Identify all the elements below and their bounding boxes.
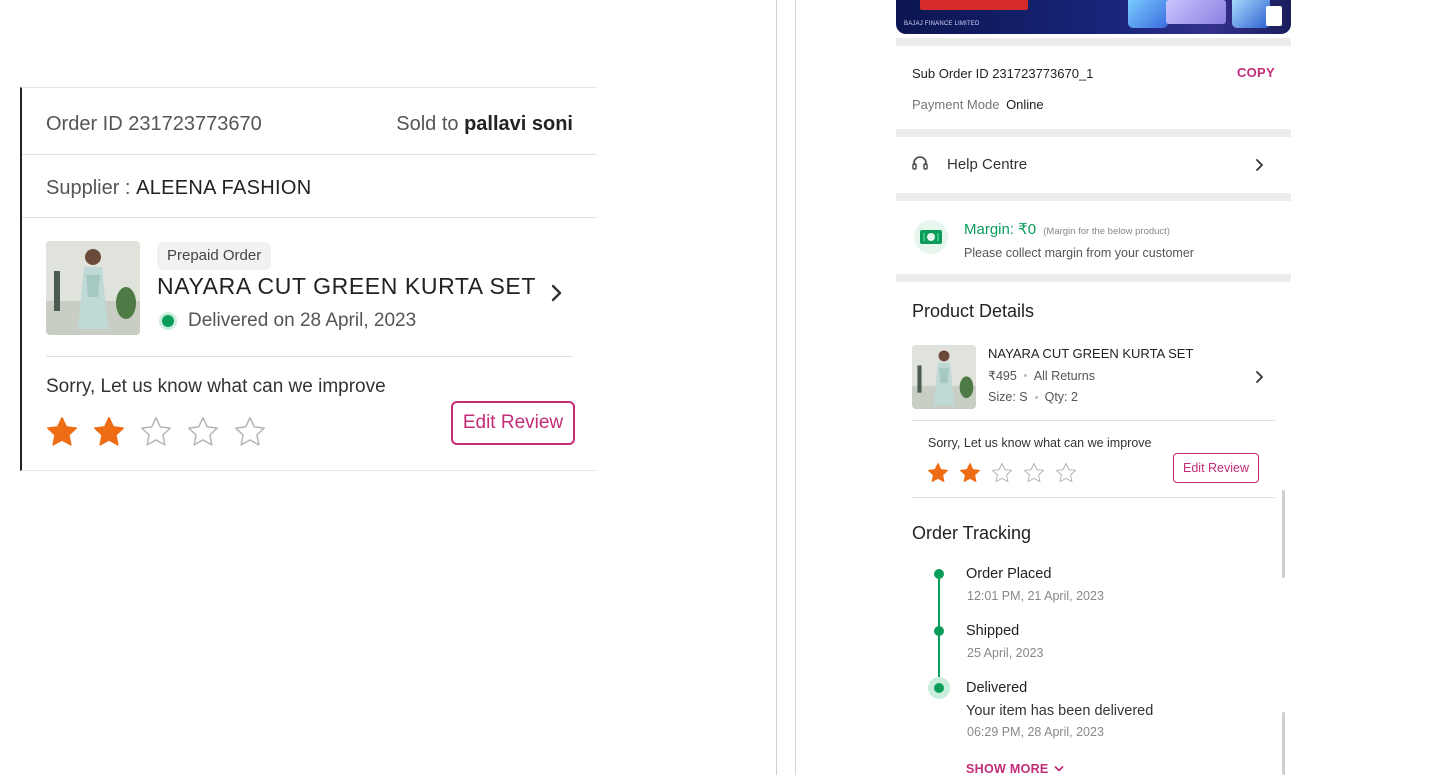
supplier-label: Supplier : [46,177,131,199]
payment-mode-label: Payment Mode [912,97,1000,112]
product-name[interactable]: NAYARA CUT GREEN KURTA SET [157,273,536,300]
star-empty-icon[interactable] [232,414,268,450]
headset-icon [912,156,928,170]
scrollbar[interactable] [1282,712,1285,775]
product-price: ₹495 [988,369,1017,383]
edit-review-button[interactable]: Edit Review [451,401,575,445]
panel-divider [776,0,777,775]
product-qty: Qty: 2 [1044,390,1078,404]
star-filled-icon[interactable] [926,461,950,485]
screen: Order ID 231723773670 Sold to pallavi so… [0,0,1432,775]
tracking-dot-icon [934,569,944,579]
margin-amount: Margin: ₹0 [964,221,1037,238]
supplier: Supplier : ALEENA FASHION [46,177,311,200]
payment-mode: Payment Mode Online [912,97,1044,112]
margin-note: (Margin for the below product) [1043,226,1170,237]
product-row[interactable]: NAYARA CUT GREEN KURTA SET ₹495 All Retu… [912,345,1275,421]
tracking-step-time: 06:29 PM, 28 April, 2023 [967,725,1104,739]
show-more-label: SHOW MORE [966,762,1049,775]
help-centre-label: Help Centre [947,156,1028,173]
chevron-right-icon [1256,371,1263,383]
product-details-title: Product Details [912,301,1035,321]
payment-type-chip: Prepaid Order [157,242,272,270]
divider [912,497,1275,498]
separator-dot [1034,395,1038,399]
tracking-step-title: Shipped [966,623,1020,639]
tracking-step-title: Delivered [966,680,1028,696]
money-icon [914,220,948,254]
chevron-right-icon [1256,159,1263,171]
order-card: Order ID 231723773670 Sold to pallavi so… [20,87,597,471]
copy-button[interactable]: COPY [1237,65,1275,80]
product-size: Size: S [988,390,1028,404]
star-empty-icon[interactable] [1022,461,1046,485]
qr-code-icon [1266,6,1282,26]
apply-now-button[interactable] [920,0,1028,10]
laptop-image [1166,0,1226,24]
tracking-dot-icon [934,626,944,636]
payment-mode-value: Online [1006,97,1044,112]
star-filled-icon[interactable] [91,414,127,450]
order-detail-panel: BAJAJ FINANCE LIMITED Sub Order ID 23172… [896,0,1291,775]
divider [46,356,573,357]
star-filled-icon[interactable] [958,461,982,485]
product-variant-row: Size: S Qty: 2 [988,390,1078,404]
order-tracking-title: Order Tracking [912,523,1032,543]
margin-title: Margin: ₹0 (Margin for the below product… [964,220,1170,238]
tracking-dot-icon [934,683,944,693]
tracking-step-description: Your item has been delivered [966,703,1154,719]
section-gap [896,193,1291,201]
star-empty-icon[interactable] [138,414,174,450]
status-dot-icon [162,315,174,327]
edit-review-button[interactable]: Edit Review [1173,453,1259,483]
sold-to-name: pallavi soni [464,113,573,135]
help-centre-row[interactable]: Help Centre [896,137,1291,193]
chevron-down-icon [1054,766,1063,772]
star-rating[interactable] [926,461,1078,485]
return-policy: All Returns [1033,368,1095,383]
phone-image [1128,0,1168,28]
margin-subtitle: Please collect margin from your customer [964,246,1194,260]
phone-image [1232,0,1270,28]
star-empty-icon[interactable] [185,414,221,450]
delivery-status: Delivered on 28 April, 2023 [162,310,416,332]
tracking-step-time: 25 April, 2023 [967,646,1044,660]
banner-issuer-text: BAJAJ FINANCE LIMITED [904,21,980,27]
tracking-step-title: Order Placed [966,566,1052,582]
product-thumbnail[interactable] [912,345,976,409]
section-gap [896,38,1291,46]
tracking-step-time: 12:01 PM, 21 April, 2023 [967,589,1104,603]
product-name: NAYARA CUT GREEN KURTA SET [988,346,1194,361]
scrollbar[interactable] [1282,490,1285,578]
sold-to: Sold to pallavi soni [396,113,573,136]
separator-dot [1023,374,1027,377]
sub-order-id: Sub Order ID 231723773670_1 [912,66,1094,81]
promo-banner[interactable]: BAJAJ FINANCE LIMITED [896,0,1291,34]
supplier-name: ALEENA FASHION [136,177,312,199]
product-price-row: ₹495 All Returns [988,368,1095,384]
supplier-row: Supplier : ALEENA FASHION [22,155,597,218]
section-gap [896,274,1291,282]
section-gap [896,129,1291,137]
order-header-row: Order ID 231723773670 Sold to pallavi so… [22,88,597,155]
show-more-button[interactable]: SHOW MORE [966,762,1064,775]
star-rating[interactable] [44,414,268,450]
star-filled-icon[interactable] [44,414,80,450]
chevron-right-icon[interactable] [549,282,565,304]
product-thumbnail[interactable] [46,241,140,335]
feedback-prompt: Sorry, Let us know what can we improve [46,376,386,397]
margin-info: Margin: ₹0 (Margin for the below product… [896,201,1291,274]
order-id: Order ID 231723773670 [46,113,262,135]
delivery-status-text: Delivered on 28 April, 2023 [188,310,417,331]
panel-divider [795,0,796,775]
star-empty-icon[interactable] [990,461,1014,485]
star-empty-icon[interactable] [1054,461,1078,485]
sold-to-label: Sold to [396,113,459,135]
feedback-prompt: Sorry, Let us know what can we improve [928,436,1152,450]
